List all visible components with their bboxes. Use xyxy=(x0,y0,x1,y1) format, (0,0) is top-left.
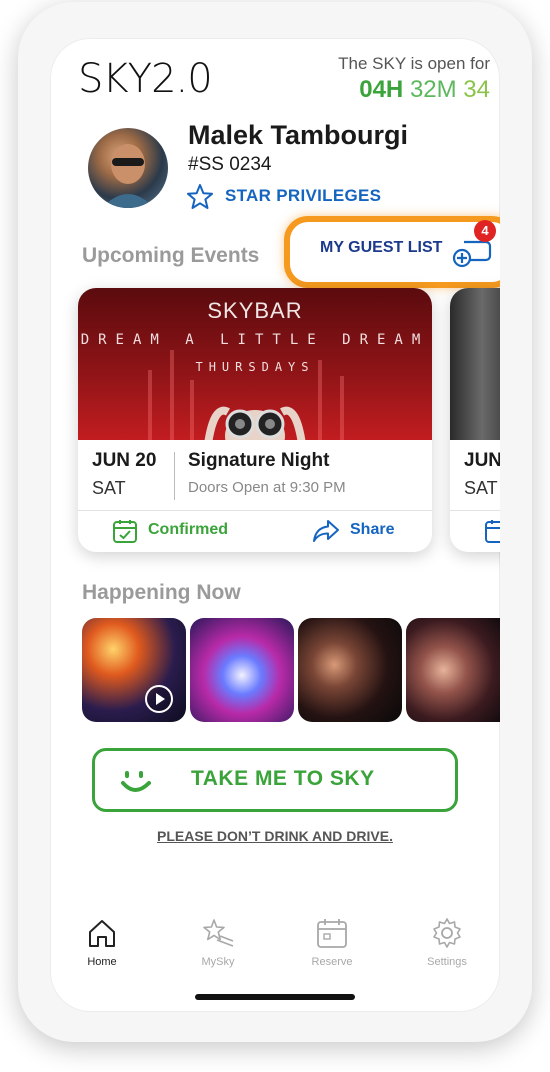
event-day-next: SAT xyxy=(464,478,498,498)
calendar-icon xyxy=(485,520,500,543)
nav-label-reserve: Reserve xyxy=(311,956,353,968)
avatar-image xyxy=(102,144,154,208)
happening-thumbnail[interactable] xyxy=(190,618,294,722)
share-button[interactable]: Share xyxy=(350,521,394,539)
upcoming-events-title: Upcoming Events xyxy=(82,244,260,267)
event-date-next: JUN xyxy=(464,450,500,471)
smile-icon xyxy=(121,771,151,792)
event-card-divider-next xyxy=(450,510,500,511)
open-status-text: The SKY is open for xyxy=(338,54,490,73)
gear-icon xyxy=(433,918,461,948)
happening-thumbnail[interactable] xyxy=(406,618,500,722)
home-icon xyxy=(89,920,115,947)
event-day: SAT xyxy=(92,478,126,498)
event-image-next xyxy=(450,288,500,440)
guest-list-badge: 4 xyxy=(474,220,496,242)
take-me-to-sky-button[interactable]: TAKE ME TO SKY xyxy=(92,748,458,812)
nav-label-mysky: MySky xyxy=(201,956,235,968)
event-image-tagline: DREAM A LITTLE DREAM xyxy=(80,332,430,348)
event-doors-time: Doors Open at 9:30 PM xyxy=(188,479,346,496)
member-id: #SS 0234 xyxy=(188,154,272,175)
play-icon[interactable] xyxy=(144,684,174,714)
event-image-brand: SKYBAR xyxy=(207,298,303,323)
drink-drive-disclaimer: PLEASE DON’T DRINK AND DRIVE. xyxy=(157,828,393,844)
my-guest-list-button[interactable]: MY GUEST LIST 4 xyxy=(284,216,500,288)
countdown-seconds: 34 xyxy=(463,76,490,103)
happening-now-title: Happening Now xyxy=(82,581,241,604)
home-indicator[interactable] xyxy=(195,994,355,1000)
nav-item-mysky[interactable]: MySky xyxy=(178,916,258,968)
nav-label-home: Home xyxy=(87,956,117,968)
logo-main: SKY xyxy=(78,56,152,102)
event-card-divider xyxy=(78,510,432,511)
nav-item-home[interactable]: Home xyxy=(62,916,142,968)
countdown-hours: 04H xyxy=(359,76,404,103)
star-trail-icon xyxy=(203,919,234,947)
avatar[interactable] xyxy=(88,128,168,208)
event-date: JUN 20 xyxy=(92,450,157,471)
happening-thumbnail[interactable] xyxy=(82,618,186,722)
countdown-minutes: 32M xyxy=(409,76,457,103)
event-image-figure xyxy=(204,406,306,440)
confirmed-status[interactable]: Confirmed xyxy=(148,521,228,539)
event-card-next[interactable]: JUN SAT xyxy=(450,288,500,552)
calendar-icon xyxy=(317,919,347,948)
take-me-to-sky-label: TAKE ME TO SKY xyxy=(191,767,375,790)
star-icon[interactable] xyxy=(186,183,214,211)
event-divider xyxy=(174,452,175,500)
nav-item-settings[interactable]: Settings xyxy=(407,916,487,968)
logo-version: 2.0 xyxy=(151,56,213,102)
nav-item-reserve[interactable]: Reserve xyxy=(292,916,372,968)
event-card[interactable]: SKYBAR DREAM A LITTLE DREAM THURSDAYS JU… xyxy=(78,288,432,552)
share-icon[interactable] xyxy=(312,518,340,544)
event-image-subtitle: THURSDAYS xyxy=(195,360,315,374)
happening-thumbnail[interactable] xyxy=(298,618,402,722)
app-logo: SKY2.0 xyxy=(78,56,213,102)
app-screen: SKY2.0 The SKY is open for 04H 32M 34 Ma… xyxy=(50,38,500,1012)
star-privileges-link[interactable]: STAR PRIVILEGES xyxy=(225,186,381,206)
event-name: Signature Night xyxy=(188,450,330,471)
event-image: SKYBAR DREAM A LITTLE DREAM THURSDAYS xyxy=(78,288,432,440)
calendar-check-icon xyxy=(113,520,137,543)
user-name: Malek Tambourgi xyxy=(188,120,409,150)
open-countdown: 04H 32M 34 xyxy=(359,76,490,104)
guest-list-label: MY GUEST LIST xyxy=(320,239,443,256)
nav-label-settings: Settings xyxy=(427,956,467,968)
